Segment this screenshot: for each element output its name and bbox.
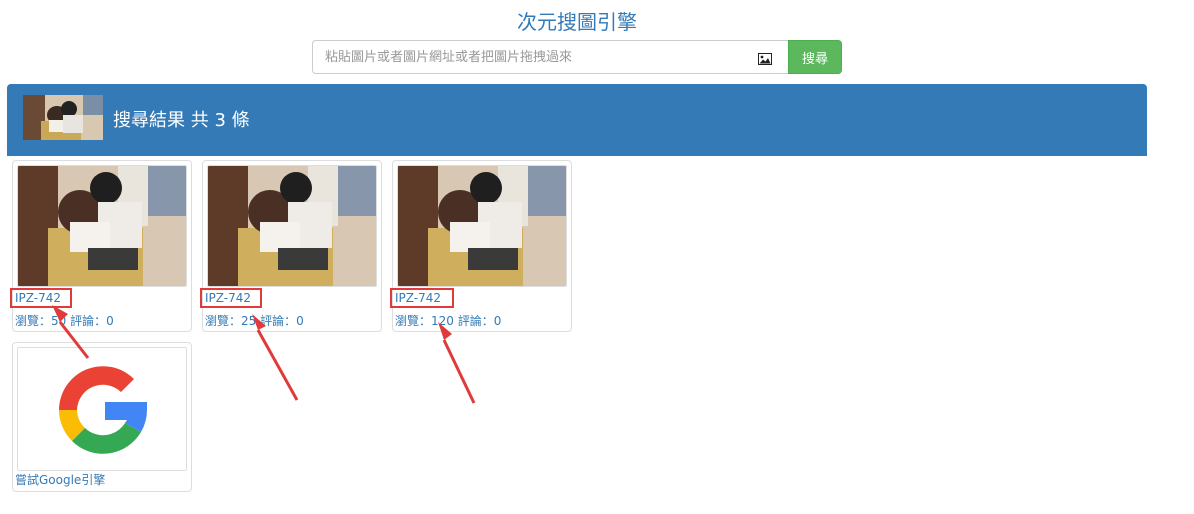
annotation-arrow [256, 329, 299, 401]
result-header: 搜尋結果 共 3 條 [7, 84, 1147, 156]
google-engine-card[interactable]: 嘗試Google引擎 [12, 342, 192, 492]
result-stats: 瀏覽：50 評論：0 [15, 314, 114, 328]
image-icon[interactable] [758, 50, 772, 65]
result-thumbnail[interactable] [17, 165, 187, 287]
annotation-highlight-box [390, 288, 454, 308]
result-thumbnail[interactable] [207, 165, 377, 287]
site-title: 次元搜圖引擎 [517, 10, 637, 34]
result-stats: 瀏覽：120 評論：0 [395, 314, 502, 328]
annotation-highlight-box [200, 288, 262, 308]
result-thumbnail[interactable] [397, 165, 567, 287]
search-bar: 搜尋 [312, 40, 842, 74]
annotation-arrow [442, 339, 476, 404]
google-engine-link[interactable]: 嘗試Google引擎 [15, 471, 105, 488]
query-image-thumbnail [23, 95, 103, 140]
result-stats: 瀏覽：25 評論：0 [205, 314, 304, 328]
search-button[interactable]: 搜尋 [788, 40, 842, 74]
google-logo-icon[interactable] [17, 347, 187, 471]
search-input[interactable] [312, 40, 788, 74]
result-count-title: 搜尋結果 共 3 條 [113, 110, 250, 131]
annotation-highlight-box [10, 288, 72, 308]
